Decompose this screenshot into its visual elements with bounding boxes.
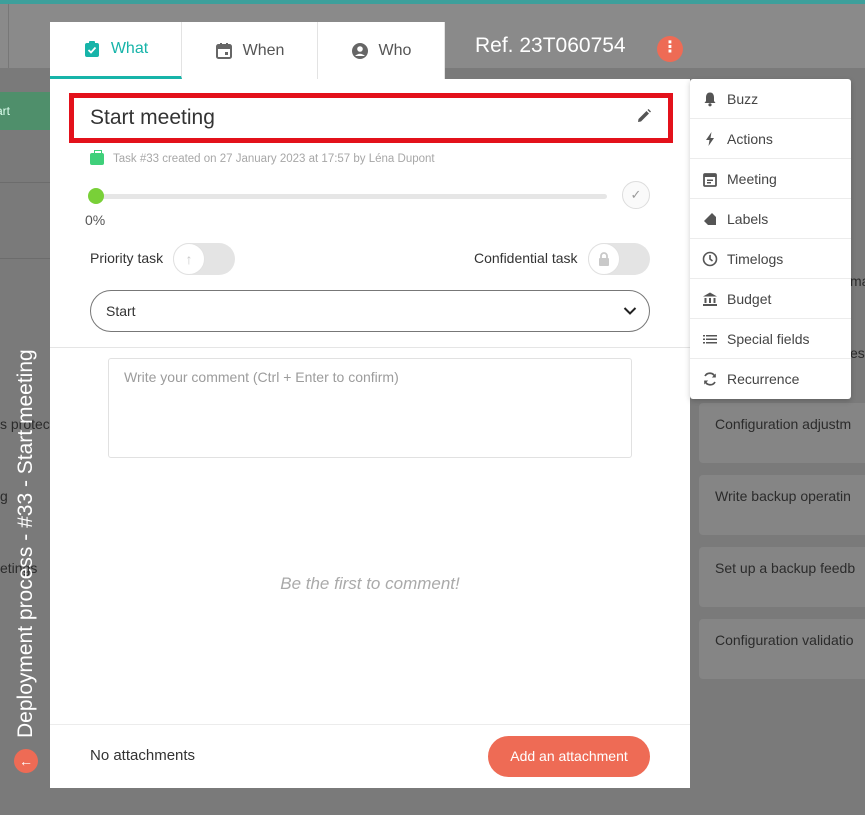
background-task-card [699,403,865,463]
task-meta-text: Task #33 created on 27 January 2023 at 1… [113,153,435,165]
task-panel: Start meeting Task #33 created on 27 Jan… [50,79,690,788]
background-task-text: Configuration adjustm [715,416,852,432]
no-attachments-text: No attachments [90,747,196,764]
calendar-icon [702,171,718,187]
arrow-up-icon: ↑ [173,243,205,275]
pencil-icon[interactable] [636,108,652,129]
background-start-button: art [0,92,50,130]
check-icon: ✓ [630,187,642,202]
confidential-label: Confidential task [474,250,578,266]
background-task-card [699,475,865,535]
menu-item-recurrence[interactable]: Recurrence [690,359,851,399]
task-reference: Ref. 23T060754 [475,34,626,57]
menu-item-label: Budget [727,290,772,307]
bell-icon [702,91,718,107]
task-title: Start meeting [90,106,215,129]
menu-item-buzz[interactable]: Buzz [690,79,851,119]
header-divider [8,4,9,68]
task-tabs: What When Who [50,22,445,79]
background-task-text: Configuration validatio [715,632,854,648]
clipboard-check-icon [83,40,101,58]
task-meta: Task #33 created on 27 January 2023 at 1… [90,150,435,165]
background-task-card [699,619,865,679]
menu-item-meeting[interactable]: Meeting [690,159,851,199]
footer-divider [50,724,690,725]
background-divider [0,182,50,183]
task-title-field[interactable]: Start meeting [69,93,673,143]
priority-label: Priority task [90,250,164,266]
more-options-button[interactable]: ⋮ [657,36,683,62]
progress-value: 0% [85,212,106,228]
clock-icon [702,251,718,267]
menu-item-label: Actions [727,130,773,147]
background-task-text: est [850,345,865,361]
menu-item-label: Meeting [727,170,777,187]
tag-icon [702,211,718,227]
back-button[interactable]: ← [14,749,38,773]
tab-when[interactable]: When [182,22,318,79]
background-task-card [699,547,865,607]
menu-item-labels[interactable]: Labels [690,199,851,239]
progress-handle[interactable] [88,188,104,204]
add-attachment-button[interactable]: Add an attachment [488,736,650,777]
tab-when-label: When [242,41,285,59]
list-icon [702,331,718,347]
task-side-title: Deployment process - #33 - Start meeting [14,349,37,738]
progress-slider[interactable] [95,194,607,199]
menu-item-special-fields[interactable]: Special fields [690,319,851,359]
menu-item-label: Buzz [727,90,759,107]
task-options-menu: Buzz Actions Meeting Labels Timelogs Bud… [690,79,851,399]
chevron-down-icon [623,303,637,319]
priority-toggle[interactable]: ↑ [173,243,235,275]
menu-item-label: Timelogs [727,250,784,267]
tab-who[interactable]: Who [318,22,445,79]
no-comments-text: Be the first to comment! [280,574,460,593]
status-select-value: Start [106,303,136,319]
menu-item-budget[interactable]: Budget [690,279,851,319]
arrow-left-icon: ← [19,753,33,769]
menu-item-timelogs[interactable]: Timelogs [690,239,851,279]
status-select[interactable]: Start [90,290,650,332]
background-task-text: ma [850,273,865,289]
background-task-text: Set up a backup feedb [715,560,856,576]
background-task-text: Write backup operatin [715,488,851,504]
bank-icon [702,291,718,307]
lock-icon [588,243,620,275]
menu-item-actions[interactable]: Actions [690,119,851,159]
section-divider [50,347,690,348]
background-start-label: art [0,104,11,118]
tab-who-label: Who [378,41,412,59]
menu-item-label: Recurrence [727,371,800,387]
complete-task-button[interactable]: ✓ [622,181,650,209]
tab-what[interactable]: What [50,22,182,79]
menu-item-label: Special fields [727,330,810,347]
background-divider [0,258,50,259]
tab-what-label: What [110,40,149,57]
menu-item-label: Labels [727,210,769,227]
comment-input[interactable] [108,358,632,458]
user-circle-icon [351,42,369,60]
briefcase-icon [90,150,104,165]
calendar-icon [215,42,233,60]
refresh-icon [702,371,718,387]
confidential-toggle[interactable] [588,243,650,275]
lightning-icon [702,131,718,147]
more-vertical-icon: ⋮ [662,39,678,56]
